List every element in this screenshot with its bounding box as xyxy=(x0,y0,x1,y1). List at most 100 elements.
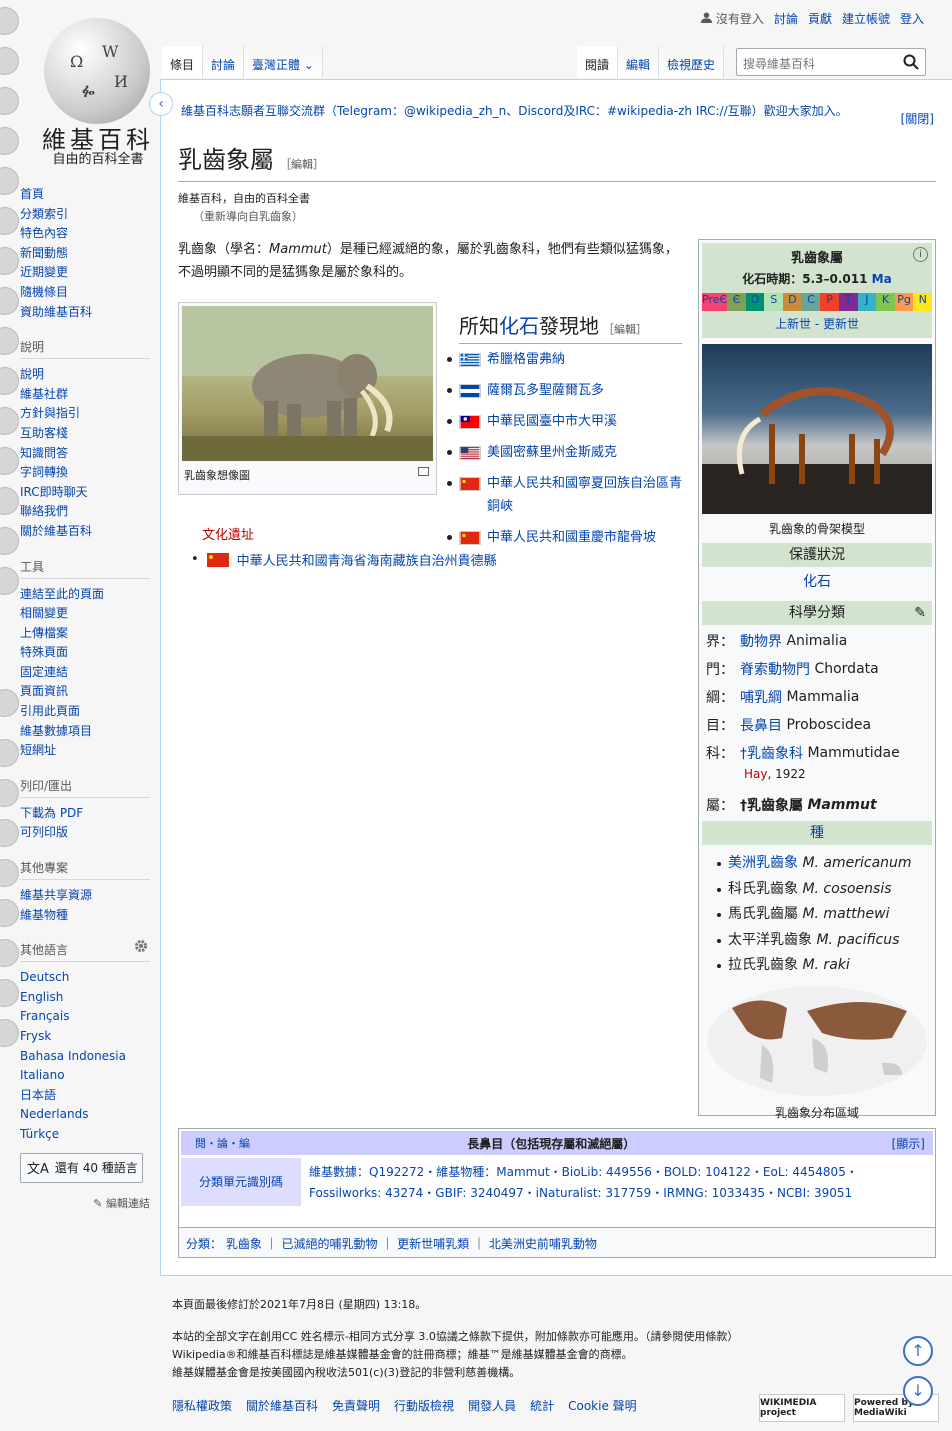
rail-button[interactable] xyxy=(0,860,18,886)
rail-button[interactable] xyxy=(0,488,18,514)
sidebar-item-upload[interactable]: 上傳檔案 xyxy=(20,624,150,644)
category-link[interactable]: 已滅絕的哺乳動物 xyxy=(282,1237,378,1251)
sidebar-item-categories[interactable]: 分類索引 xyxy=(20,205,150,225)
rail-button[interactable] xyxy=(0,48,18,74)
sidebar-item-permalink[interactable]: 固定連結 xyxy=(20,663,150,683)
rail-button[interactable] xyxy=(0,128,18,154)
sidebar-item-main[interactable]: 首頁 xyxy=(20,185,150,205)
scroll-down-icon[interactable]: ↓ xyxy=(903,1376,933,1406)
fossil-link[interactable]: 化石 xyxy=(499,314,539,338)
footer-link[interactable]: 關於維基百科 xyxy=(246,1397,318,1414)
lang-link[interactable]: Bahasa Indonesia xyxy=(20,1047,150,1067)
more-languages-button[interactable]: 文A 還有 40 種語言 xyxy=(20,1152,143,1183)
gear-icon[interactable] xyxy=(134,939,148,953)
sidebar-item-cite[interactable]: 引用此頁面 xyxy=(20,702,150,722)
lang-link[interactable]: Italiano xyxy=(20,1066,150,1086)
timescale-period[interactable]: K xyxy=(876,293,895,311)
sidebar-item-recent[interactable]: 近期變更 xyxy=(20,263,150,283)
navbox-vte-links[interactable]: 閱・論・編 xyxy=(181,1135,301,1151)
fossil-site-link[interactable]: 希臘格雷弗納 xyxy=(487,352,565,367)
timescale-period[interactable]: Pg xyxy=(894,293,914,311)
fossil-site-link[interactable]: 中華人民共和國重慶市龍骨坡 xyxy=(487,530,656,545)
search-input[interactable]: 搜尋維基百科 xyxy=(736,48,926,76)
footer-link[interactable]: 統計 xyxy=(530,1397,554,1414)
rail-button[interactable] xyxy=(0,1020,18,1046)
site-notice[interactable]: 維基百科志願者互聯交流群（Telegram：@wikipedia_zh_n、Di… xyxy=(181,102,848,119)
rail-button[interactable] xyxy=(0,448,18,474)
footer-link[interactable]: Cookie 聲明 xyxy=(568,1397,637,1414)
sidebar-item-short-url[interactable]: 短網址 xyxy=(20,741,150,761)
rank-link[interactable]: 動物界 xyxy=(740,631,782,651)
rail-button[interactable] xyxy=(0,368,18,394)
rail-button[interactable] xyxy=(0,408,18,434)
epoch-link[interactable]: 上新世 - 更新世 xyxy=(702,315,932,332)
redirect-notice[interactable]: （重新導向自乳齒象） xyxy=(193,208,303,224)
rail-button[interactable] xyxy=(0,740,18,766)
tab-edit[interactable]: 編輯 xyxy=(618,46,660,78)
fossil-site-link[interactable]: 薩爾瓦多聖薩爾瓦多 xyxy=(487,383,604,398)
category-link[interactable]: 北美洲史前哺乳動物 xyxy=(489,1237,597,1251)
rail-button[interactable] xyxy=(0,820,18,846)
rail-button[interactable] xyxy=(0,940,18,966)
sidebar-item-related-changes[interactable]: 相關變更 xyxy=(20,604,150,624)
tab-talk[interactable]: 討論 xyxy=(203,46,245,78)
tab-history[interactable]: 檢視歷史 xyxy=(659,46,725,78)
category-link[interactable]: 乳齒象 xyxy=(226,1237,262,1251)
sidebar-item-qa[interactable]: 知識問答 xyxy=(20,444,150,464)
edit-links[interactable]: ✎ 編輯連結 xyxy=(20,1195,150,1211)
timescale-period[interactable]: D xyxy=(783,293,802,311)
timescale-period[interactable]: P xyxy=(820,293,839,311)
category-link[interactable]: 更新世哺乳類 xyxy=(397,1237,469,1251)
rail-button[interactable] xyxy=(0,288,18,314)
sidebar-item-news[interactable]: 新聞動態 xyxy=(20,244,150,264)
tab-article[interactable]: 條目 xyxy=(162,46,204,78)
species-link[interactable]: 美洲乳齒象 xyxy=(728,855,798,871)
title-edit-link[interactable]: ［編輯］ xyxy=(280,158,324,171)
lang-link[interactable]: Türkçe xyxy=(20,1125,150,1145)
rail-button[interactable] xyxy=(0,328,18,354)
authority-link[interactable]: Hay xyxy=(744,767,767,781)
geologic-timescale[interactable]: PreЄ Є O S D C P T J K Pg N xyxy=(702,293,933,311)
sidebar-item-village-pump[interactable]: 互助客棧 xyxy=(20,424,150,444)
collapse-sidebar-icon[interactable]: ‹ xyxy=(149,92,173,116)
rail-button[interactable] xyxy=(0,528,18,554)
sidebar-item-policy[interactable]: 方針與指引 xyxy=(20,404,150,424)
sidebar-item-whatlinkshere[interactable]: 連結至此的頁面 xyxy=(20,585,150,605)
enlarge-icon[interactable] xyxy=(418,467,429,476)
culture-site-heading[interactable]: 文化遺址 xyxy=(202,524,254,543)
sidebar-item-species[interactable]: 維基物種 xyxy=(20,906,150,926)
lang-link[interactable]: Frysk xyxy=(20,1027,150,1047)
lang-link[interactable]: Français xyxy=(20,1007,150,1027)
sidebar-item-irc[interactable]: IRC即時聊天 xyxy=(20,483,150,503)
rank-link[interactable]: 脊索動物門 xyxy=(740,659,810,679)
rail-button[interactable] xyxy=(0,900,18,926)
wikimedia-badge[interactable]: WIKIMEDIA project xyxy=(759,1394,845,1422)
talk-link[interactable]: 討論 xyxy=(774,10,798,27)
timescale-period[interactable]: Є xyxy=(727,293,746,311)
sidebar-item-random[interactable]: 隨機條目 xyxy=(20,283,150,303)
rail-button[interactable] xyxy=(0,690,18,716)
sidebar-item-help[interactable]: 說明 xyxy=(20,365,150,385)
section-edit-link[interactable]: ［編輯］ xyxy=(603,323,647,336)
create-account-link[interactable]: 建立帳號 xyxy=(842,10,890,27)
timescale-period[interactable]: T xyxy=(838,293,858,311)
sidebar-item-conversion[interactable]: 字詞轉換 xyxy=(20,463,150,483)
sidebar-item-printable[interactable]: 可列印版 xyxy=(20,823,150,843)
sidebar-item-wikidata[interactable]: 維基數據項目 xyxy=(20,722,150,742)
footer-link[interactable]: 隱私權政策 xyxy=(172,1397,232,1414)
rail-button[interactable] xyxy=(0,568,18,594)
rank-link[interactable]: 長鼻目 xyxy=(740,715,782,735)
lang-link[interactable]: English xyxy=(20,988,150,1008)
rail-button[interactable] xyxy=(0,88,18,114)
search-icon[interactable] xyxy=(903,54,919,70)
sidebar-item-special[interactable]: 特殊頁面 xyxy=(20,643,150,663)
scroll-up-icon[interactable]: ↑ xyxy=(903,1336,933,1366)
navbox-group-label[interactable]: 分類單元識別碼 xyxy=(181,1158,301,1206)
pencil-icon[interactable]: ✎ xyxy=(914,601,926,625)
tab-variant[interactable]: 臺灣正體 ⌄ xyxy=(244,46,323,78)
rank-link[interactable]: 哺乳綱 xyxy=(740,687,782,707)
timescale-period[interactable]: PreЄ xyxy=(702,293,728,311)
sidebar-item-about[interactable]: 關於維基百科 xyxy=(20,522,150,542)
tab-read[interactable]: 閱讀 xyxy=(577,46,619,78)
ma-link[interactable]: Ma xyxy=(872,272,892,286)
